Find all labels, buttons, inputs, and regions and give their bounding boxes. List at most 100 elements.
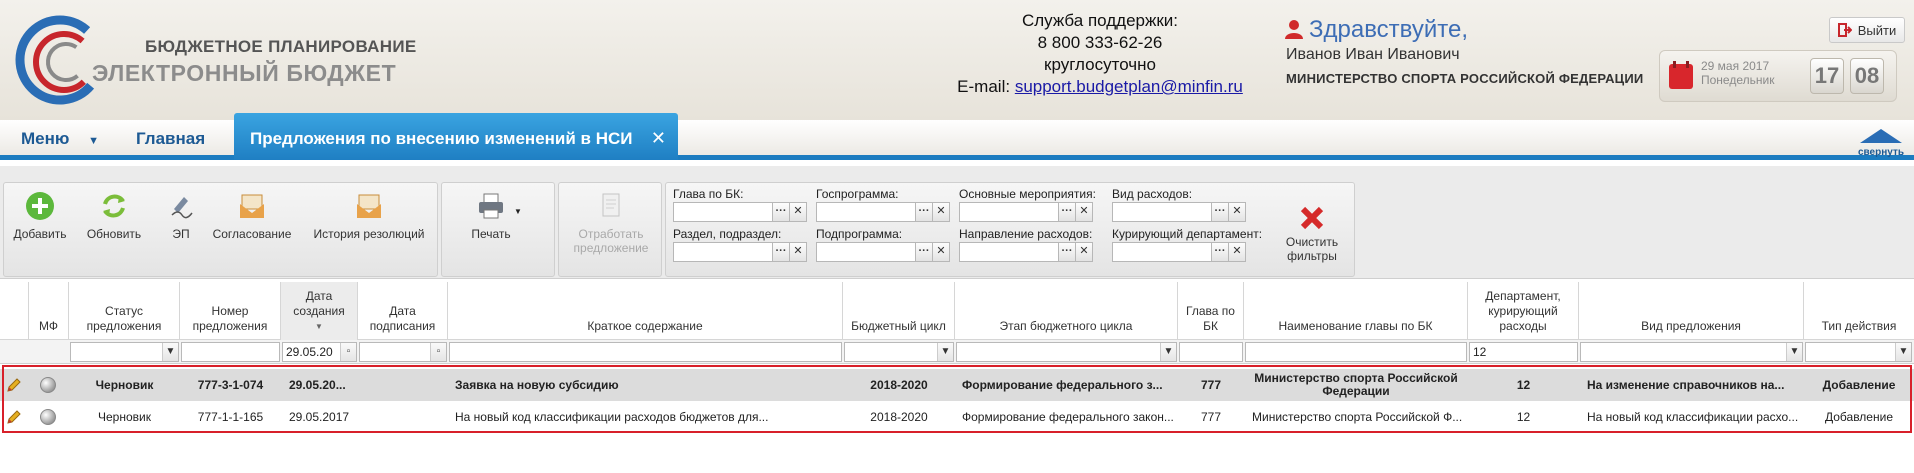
- filter-razdel[interactable]: ··· ✕: [673, 242, 807, 262]
- clear-icon[interactable]: ✕: [790, 242, 807, 262]
- ellipsis-icon[interactable]: ···: [773, 202, 790, 222]
- print-dropdown-icon[interactable]: ▼: [514, 207, 522, 216]
- selection-highlight: [2, 365, 1912, 433]
- header-glava[interactable]: Глава по БК: [1178, 282, 1244, 340]
- kind-filter[interactable]: ▼: [1580, 342, 1803, 362]
- stage-filter[interactable]: ▼: [956, 342, 1177, 362]
- chevron-down-icon[interactable]: ▼: [1160, 343, 1176, 361]
- ellipsis-icon[interactable]: ···: [916, 202, 933, 222]
- header-department[interactable]: Департамент, курирующий расходы: [1468, 282, 1579, 340]
- filter-razdel-label: Раздел, подраздел:: [673, 227, 782, 241]
- header-status[interactable]: Статус предложения: [69, 282, 180, 340]
- chevron-down-icon[interactable]: ▼: [162, 343, 178, 361]
- filter-kur-departament-input[interactable]: [1112, 242, 1212, 262]
- toolbar-group-actions: Добавить Обновить ЭП Согласование Истори…: [3, 182, 438, 277]
- calendar-picker-icon[interactable]: ▫: [430, 343, 446, 361]
- toolbar: Добавить Обновить ЭП Согласование Истори…: [0, 166, 1914, 279]
- header-edit: [0, 282, 29, 340]
- filter-glava-bk[interactable]: ··· ✕: [673, 202, 807, 222]
- created-filter[interactable]: 29.05.20 ▫: [282, 342, 357, 362]
- filter-podprogramma[interactable]: ··· ✕: [816, 242, 950, 262]
- tab-nsi-proposals[interactable]: Предложения по внесению изменений в НСИ …: [234, 113, 678, 160]
- refresh-button[interactable]: Обновить: [84, 191, 144, 241]
- clear-icon[interactable]: ✕: [933, 242, 950, 262]
- header-kind[interactable]: Вид предложения: [1579, 282, 1804, 340]
- collapse-button[interactable]: свернуть: [1856, 128, 1906, 158]
- collapse-icon: [1860, 129, 1902, 143]
- chevron-down-icon[interactable]: ▼: [937, 343, 953, 361]
- clear-icon[interactable]: ✕: [1229, 242, 1246, 262]
- filter-kur-departament-label: Курирующий департамент:: [1112, 227, 1263, 241]
- header-summary[interactable]: Краткое содержание: [448, 282, 843, 340]
- status-filter[interactable]: ▼: [70, 342, 179, 362]
- department-filter[interactable]: 12: [1469, 342, 1578, 362]
- chevron-down-icon[interactable]: ▼: [1895, 343, 1911, 361]
- glava-name-filter[interactable]: [1245, 342, 1467, 362]
- header-signed[interactable]: Дата подписания: [358, 282, 448, 340]
- signed-filter[interactable]: ▫: [359, 342, 447, 362]
- filter-osn-meropr-input[interactable]: [959, 202, 1059, 222]
- filter-napravlenie[interactable]: ··· ✕: [959, 242, 1093, 262]
- greeting: Здравствуйте,: [1285, 16, 1468, 44]
- created-filter-value: 29.05.20: [286, 345, 333, 359]
- filter-podprogramma-input[interactable]: [816, 242, 916, 262]
- filter-osn-meropr-label: Основные мероприятия:: [959, 187, 1096, 201]
- history-button[interactable]: История резолюций: [309, 191, 429, 241]
- close-icon[interactable]: ✕: [651, 128, 666, 149]
- envelope-icon: [240, 194, 264, 218]
- filter-vid-rashodov-input[interactable]: [1112, 202, 1212, 222]
- filter-vid-rashodov[interactable]: ··· ✕: [1112, 202, 1246, 222]
- nav-menu[interactable]: Меню ▼: [21, 129, 99, 149]
- filter-kur-departament[interactable]: ··· ✕: [1112, 242, 1246, 262]
- header-number[interactable]: Номер предложения: [180, 282, 281, 340]
- header-mf[interactable]: МФ: [29, 282, 69, 340]
- filter-gosprogramma[interactable]: ··· ✕: [816, 202, 950, 222]
- nav-home[interactable]: Главная: [136, 129, 205, 149]
- header-stage[interactable]: Этап бюджетного цикла: [955, 282, 1178, 340]
- summary-filter[interactable]: [449, 342, 842, 362]
- work-proposal-button[interactable]: Отработать предложение: [567, 191, 655, 255]
- cycle-filter[interactable]: ▼: [844, 342, 954, 362]
- sort-desc-icon: ▼: [315, 322, 323, 331]
- support-email-link[interactable]: support.budgetplan@minfin.ru: [1015, 77, 1243, 96]
- brand-title: БЮДЖЕТНОЕ ПЛАНИРОВАНИЕ: [145, 37, 417, 56]
- tab-nsi-proposals-label: Предложения по внесению изменений в НСИ: [250, 129, 633, 148]
- logout-button[interactable]: Выйти: [1829, 17, 1905, 43]
- signature-icon: [171, 197, 193, 219]
- filter-napravlenie-input[interactable]: [959, 242, 1059, 262]
- ellipsis-icon[interactable]: ···: [1059, 202, 1076, 222]
- ep-button[interactable]: ЭП: [166, 191, 196, 241]
- filter-razdel-input[interactable]: [673, 242, 773, 262]
- calendar-picker-icon[interactable]: ▫: [340, 343, 356, 361]
- history-label: История резолюций: [313, 227, 425, 241]
- header-cycle[interactable]: Бюджетный цикл: [843, 282, 955, 340]
- clear-icon[interactable]: ✕: [933, 202, 950, 222]
- action-filter[interactable]: ▼: [1805, 342, 1912, 362]
- clear-icon[interactable]: ✕: [1229, 202, 1246, 222]
- header-action[interactable]: Тип действия: [1804, 282, 1914, 340]
- ellipsis-icon[interactable]: ···: [773, 242, 790, 262]
- filter-osn-meropr[interactable]: ··· ✕: [959, 202, 1093, 222]
- ellipsis-icon[interactable]: ···: [1059, 242, 1076, 262]
- clear-filters-label-2: фильтры: [1287, 249, 1337, 263]
- logout-icon: [1837, 23, 1852, 37]
- filter-gosprogramma-input[interactable]: [816, 202, 916, 222]
- clear-icon[interactable]: ✕: [790, 202, 807, 222]
- header-glava-name[interactable]: Наименование главы по БК: [1244, 282, 1468, 340]
- ellipsis-icon[interactable]: ···: [1212, 242, 1229, 262]
- add-button[interactable]: Добавить: [12, 191, 68, 241]
- toolbar-group-filters: Глава по БК: ··· ✕ Раздел, подраздел: ··…: [665, 182, 1355, 277]
- filter-glava-bk-input[interactable]: [673, 202, 773, 222]
- greeting-text: Здравствуйте,: [1309, 16, 1469, 43]
- clear-filters-button[interactable]: Очистить фильтры: [1276, 203, 1348, 263]
- print-button[interactable]: Печать: [456, 191, 526, 241]
- clear-icon[interactable]: ✕: [1076, 202, 1093, 222]
- approval-button[interactable]: Согласование: [212, 191, 292, 241]
- clear-icon[interactable]: ✕: [1076, 242, 1093, 262]
- header-created[interactable]: Дата создания ▼: [281, 282, 358, 340]
- glava-filter[interactable]: [1179, 342, 1243, 362]
- ellipsis-icon[interactable]: ···: [1212, 202, 1229, 222]
- number-filter[interactable]: [181, 342, 280, 362]
- ellipsis-icon[interactable]: ···: [916, 242, 933, 262]
- chevron-down-icon[interactable]: ▼: [1786, 343, 1802, 361]
